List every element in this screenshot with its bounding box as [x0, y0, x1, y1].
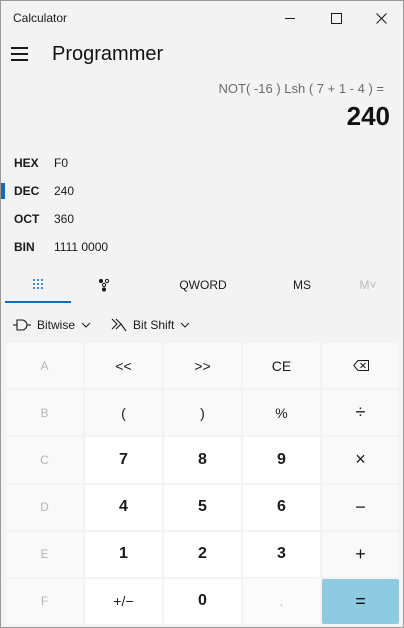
- key-9[interactable]: 9: [243, 437, 320, 483]
- bit-shift-dropdown[interactable]: Bit Shift: [111, 311, 190, 339]
- bitwise-tool-row: Bitwise Bit Shift: [1, 311, 403, 339]
- hamburger-icon-line: [11, 47, 28, 49]
- minimize-icon: [284, 17, 295, 19]
- maximize-icon: [330, 12, 342, 24]
- tab-bit-toggling[interactable]: [71, 267, 137, 303]
- key-backspace[interactable]: [322, 343, 399, 389]
- key-open-paren[interactable]: (: [85, 390, 162, 436]
- mode-title: Programmer: [52, 43, 164, 65]
- radix-label: DEC: [14, 184, 40, 198]
- key-5[interactable]: 5: [164, 484, 241, 530]
- bit-toggle-icon: [98, 278, 110, 292]
- keypad: A << >> CE B ( ) % ÷ C 7 8 9 × D 4 5 6 −: [6, 343, 399, 624]
- key-7[interactable]: 7: [85, 437, 162, 483]
- key-right-shift[interactable]: >>: [164, 343, 241, 389]
- minimize-button[interactable]: [267, 1, 313, 35]
- key-hex-f: F: [6, 578, 83, 624]
- word-size-button[interactable]: QWORD: [151, 267, 255, 303]
- key-2[interactable]: 2: [164, 531, 241, 577]
- key-hex-b: B: [6, 390, 83, 436]
- key-3[interactable]: 3: [243, 531, 320, 577]
- key-clear-entry[interactable]: CE: [243, 343, 320, 389]
- key-hex-c: C: [6, 437, 83, 483]
- radix-row-dec[interactable]: DEC 240: [1, 179, 201, 203]
- key-subtract[interactable]: −: [322, 484, 399, 530]
- result-display: 240: [346, 101, 390, 131]
- close-button[interactable]: [358, 1, 404, 35]
- chevron-down-icon: [181, 322, 190, 328]
- bit-shift-label: Bit Shift: [133, 318, 175, 332]
- hamburger-menu-button[interactable]: [11, 42, 33, 66]
- logic-gate-icon: [13, 319, 31, 331]
- app-title: Calculator: [13, 11, 68, 25]
- key-modulo[interactable]: %: [243, 390, 320, 436]
- key-hex-e: E: [6, 531, 83, 577]
- radix-value: 240: [54, 184, 75, 198]
- radix-label: BIN: [14, 240, 35, 254]
- key-hex-a: A: [6, 343, 83, 389]
- key-negate[interactable]: +/−: [85, 578, 162, 624]
- memory-dropdown-button: M˅: [359, 278, 377, 292]
- key-1[interactable]: 1: [85, 531, 162, 577]
- maximize-button[interactable]: [313, 1, 359, 35]
- key-6[interactable]: 6: [243, 484, 320, 530]
- hamburger-icon-line: [11, 59, 28, 61]
- radix-row-hex[interactable]: HEX F0: [1, 151, 201, 175]
- radix-row-bin[interactable]: BIN 1111 0000: [1, 235, 201, 259]
- memory-store-button[interactable]: MS: [269, 267, 335, 303]
- bit-shift-icon: [111, 318, 127, 332]
- bitwise-dropdown[interactable]: Bitwise: [13, 311, 91, 339]
- key-8[interactable]: 8: [164, 437, 241, 483]
- key-multiply[interactable]: ×: [322, 437, 399, 483]
- radix-value: F0: [54, 156, 69, 170]
- hamburger-icon-line: [11, 53, 28, 55]
- key-close-paren[interactable]: ): [164, 390, 241, 436]
- key-equals[interactable]: =: [322, 578, 399, 624]
- full-keypad-icon: [33, 279, 43, 289]
- title-bar: Calculator: [1, 1, 403, 35]
- mode-tab-bar: QWORD MS M˅: [1, 267, 403, 303]
- radix-value: 1111 0000: [54, 240, 109, 254]
- close-icon: [375, 12, 387, 24]
- key-decimal: .: [243, 578, 320, 624]
- key-add[interactable]: +: [322, 531, 399, 577]
- key-divide[interactable]: ÷: [322, 390, 399, 436]
- key-left-shift[interactable]: <<: [85, 343, 162, 389]
- key-0[interactable]: 0: [164, 578, 241, 624]
- tab-full-keypad[interactable]: [5, 267, 71, 303]
- radix-label: HEX: [14, 156, 39, 170]
- expression-display: NOT( -16 ) Lsh ( 7 + 1 - 4 ) =: [218, 81, 384, 96]
- key-hex-d: D: [6, 484, 83, 530]
- calculator-window: Calculator Programmer NOT( -16 ) Lsh ( 7…: [0, 0, 404, 628]
- bitwise-label: Bitwise: [37, 318, 76, 332]
- key-4[interactable]: 4: [85, 484, 162, 530]
- radix-label: OCT: [14, 212, 40, 226]
- radix-row-oct[interactable]: OCT 360: [1, 207, 201, 231]
- radix-value: 360: [54, 212, 75, 226]
- active-radix-indicator: [1, 183, 5, 199]
- chevron-down-icon: [81, 322, 91, 328]
- backspace-icon: [352, 360, 369, 372]
